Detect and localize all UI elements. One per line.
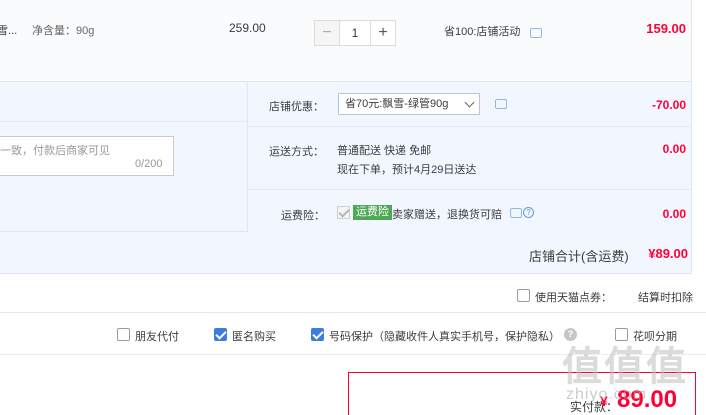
- coupon-label: 店铺优惠：: [269, 101, 324, 113]
- coupon-value: -70.00: [651, 98, 686, 112]
- anonymous-label: 匿名购买: [232, 331, 276, 343]
- points-note: 结算时扣除: [638, 292, 693, 304]
- memo-char-count: 0/200: [135, 158, 163, 170]
- section-divider: [0, 312, 706, 313]
- number-protect-checkbox[interactable]: [311, 328, 324, 341]
- chat-icon[interactable]: [495, 99, 507, 109]
- chat-icon[interactable]: [530, 28, 542, 38]
- product-spec: 净含量：90g: [32, 25, 95, 37]
- increase-button[interactable]: +: [370, 20, 396, 46]
- points-checkbox[interactable]: [517, 289, 530, 302]
- option-divider: [247, 126, 692, 127]
- insurance-value: 0.00: [662, 207, 686, 221]
- shipping-method: 普通配送 快递 免邮: [337, 145, 432, 157]
- product-name[interactable]: 郭雪...: [0, 22, 17, 38]
- number-protect-label: 号码保护（隐藏收件人真实手机号，保护隐私）: [329, 331, 560, 343]
- insurance-description: 卖家赠送，退换货可赔: [392, 209, 502, 221]
- unit-price: 259.00: [229, 21, 266, 35]
- quantity-input[interactable]: 1: [340, 20, 370, 46]
- watermark-url: zhiyo.com: [566, 386, 648, 403]
- shop-total-value: ¥89.00: [648, 246, 688, 261]
- insurance-label: 运费险：: [281, 210, 325, 222]
- points-label: 使用天猫点券：: [535, 292, 612, 304]
- promotion-text: 省100:店铺活动: [444, 26, 521, 38]
- watermark-logo: 值值值: [562, 345, 688, 389]
- coupon-select[interactable]: 省70元:飘雪-绿管90g: [338, 93, 480, 115]
- shipping-value: 0.00: [662, 142, 686, 156]
- anonymous-checkbox[interactable]: [214, 328, 227, 341]
- shipping-label: 运送方式：: [269, 146, 324, 158]
- coupon-selected-value: 省70元:飘雪-绿管90g: [345, 98, 449, 110]
- friend-pay-checkbox[interactable]: [117, 328, 130, 341]
- chevron-down-icon: [464, 97, 475, 108]
- insurance-checkbox: [337, 206, 350, 219]
- memo-placeholder: 一致，付款后商家可见: [0, 145, 110, 157]
- option-divider: [0, 121, 247, 122]
- quantity-stepper: − 1 +: [314, 20, 400, 46]
- decrease-button[interactable]: −: [314, 20, 340, 46]
- item-subtotal: 159.00: [646, 21, 686, 36]
- shop-total-label: 店铺合计(含运费): [529, 249, 629, 264]
- shipping-eta: 现在下单，预计4月29日送达: [337, 164, 477, 176]
- chat-icon[interactable]: [510, 208, 522, 218]
- insurance-badge: 运费险: [353, 205, 392, 220]
- help-icon[interactable]: ?: [523, 207, 534, 218]
- friend-pay-label: 朋友代付: [135, 331, 179, 343]
- option-divider: [247, 189, 692, 190]
